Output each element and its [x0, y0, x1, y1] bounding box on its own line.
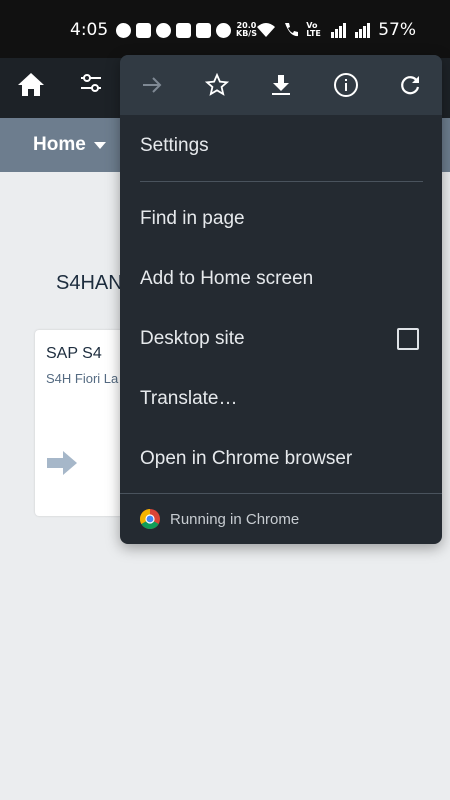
battery-level: 57% [378, 20, 416, 40]
refresh-icon [401, 76, 420, 95]
home-label: Home [33, 134, 86, 155]
signal-icon-2 [355, 23, 371, 38]
group-title: S4HAN [56, 272, 123, 294]
wifi-icon [257, 23, 276, 37]
chrome-logo-icon [140, 509, 160, 529]
call-icon [285, 23, 299, 37]
download-button[interactable] [266, 70, 296, 100]
refresh-button[interactable] [395, 70, 425, 100]
menu-footer: Running in Chrome [120, 494, 442, 544]
menu-item-translate[interactable]: Translate… [140, 388, 238, 410]
download-icon [272, 75, 290, 95]
sliders-icon[interactable] [78, 70, 104, 96]
menu-item-add-to-home-screen[interactable]: Add to Home screen [140, 268, 313, 290]
page-info-button[interactable] [331, 70, 361, 100]
menu-item-settings[interactable]: Settings [140, 135, 209, 157]
menu-toolbar [120, 55, 442, 115]
chat-icon [116, 22, 131, 38]
menu-divider [140, 181, 423, 182]
youtube-icon [176, 22, 191, 38]
teams-icon [136, 22, 151, 38]
menu-item-desktop-site[interactable]: Desktop site [140, 328, 245, 350]
desktop-site-checkbox[interactable] [397, 328, 419, 350]
app-icon [156, 22, 171, 38]
home-icon[interactable] [16, 70, 46, 100]
arrow-right-icon [47, 451, 77, 475]
bookmark-button[interactable] [202, 70, 232, 100]
notification-icons: 20.0 KB/S [116, 20, 257, 40]
forward-icon [143, 77, 162, 93]
running-in-chrome-label: Running in Chrome [170, 511, 300, 528]
menu-item-find-in-page[interactable]: Find in page [140, 208, 245, 230]
tile-subtitle: S4H Fiori La [46, 371, 119, 386]
network-speed: 20.0 KB/S [236, 21, 257, 38]
info-icon [334, 73, 358, 97]
menu-item-open-in-chrome[interactable]: Open in Chrome browser [140, 448, 352, 470]
status-right: Vo LTE 57% [256, 20, 416, 40]
notification-icon [196, 22, 211, 38]
signal-icon [331, 23, 347, 38]
status-time: 4:05 [70, 20, 109, 40]
star-icon [205, 73, 229, 96]
overflow-menu: Settings Find in page Add to Home screen… [120, 55, 442, 544]
caret-down-icon [93, 141, 106, 149]
forward-button[interactable] [137, 70, 167, 100]
tile-title: SAP S4 [46, 345, 102, 362]
home-dropdown[interactable]: Home [33, 134, 106, 156]
volte-indicator: Vo LTE [306, 21, 321, 38]
alarm-icon [216, 22, 231, 38]
status-bar: 4:05 20.0 KB/S Vo LTE 57% [0, 0, 450, 58]
